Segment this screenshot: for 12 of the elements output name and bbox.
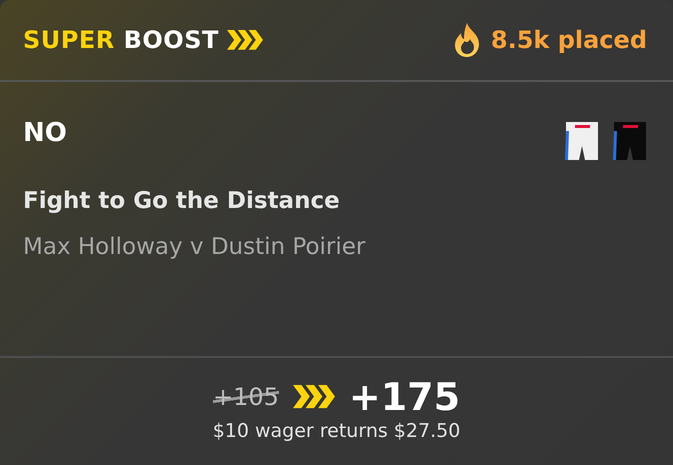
shorts-icon [613,122,647,162]
placed-count: 8.5k placed [490,26,647,54]
chevrons-icon [226,30,263,50]
boosted-odds: +175 [348,378,460,416]
chevrons-icon [292,385,335,409]
returns-text: $10 wager returns $27.50 [212,420,460,442]
shorts-icon [565,122,599,162]
brand-title: SUPER BOOST [23,26,219,54]
market-name: Fight to Go the Distance [23,188,341,214]
event-name: Max Holloway v Dustin Poirier [23,234,366,260]
flame-icon [452,23,481,57]
selection-label: NO [23,118,67,148]
